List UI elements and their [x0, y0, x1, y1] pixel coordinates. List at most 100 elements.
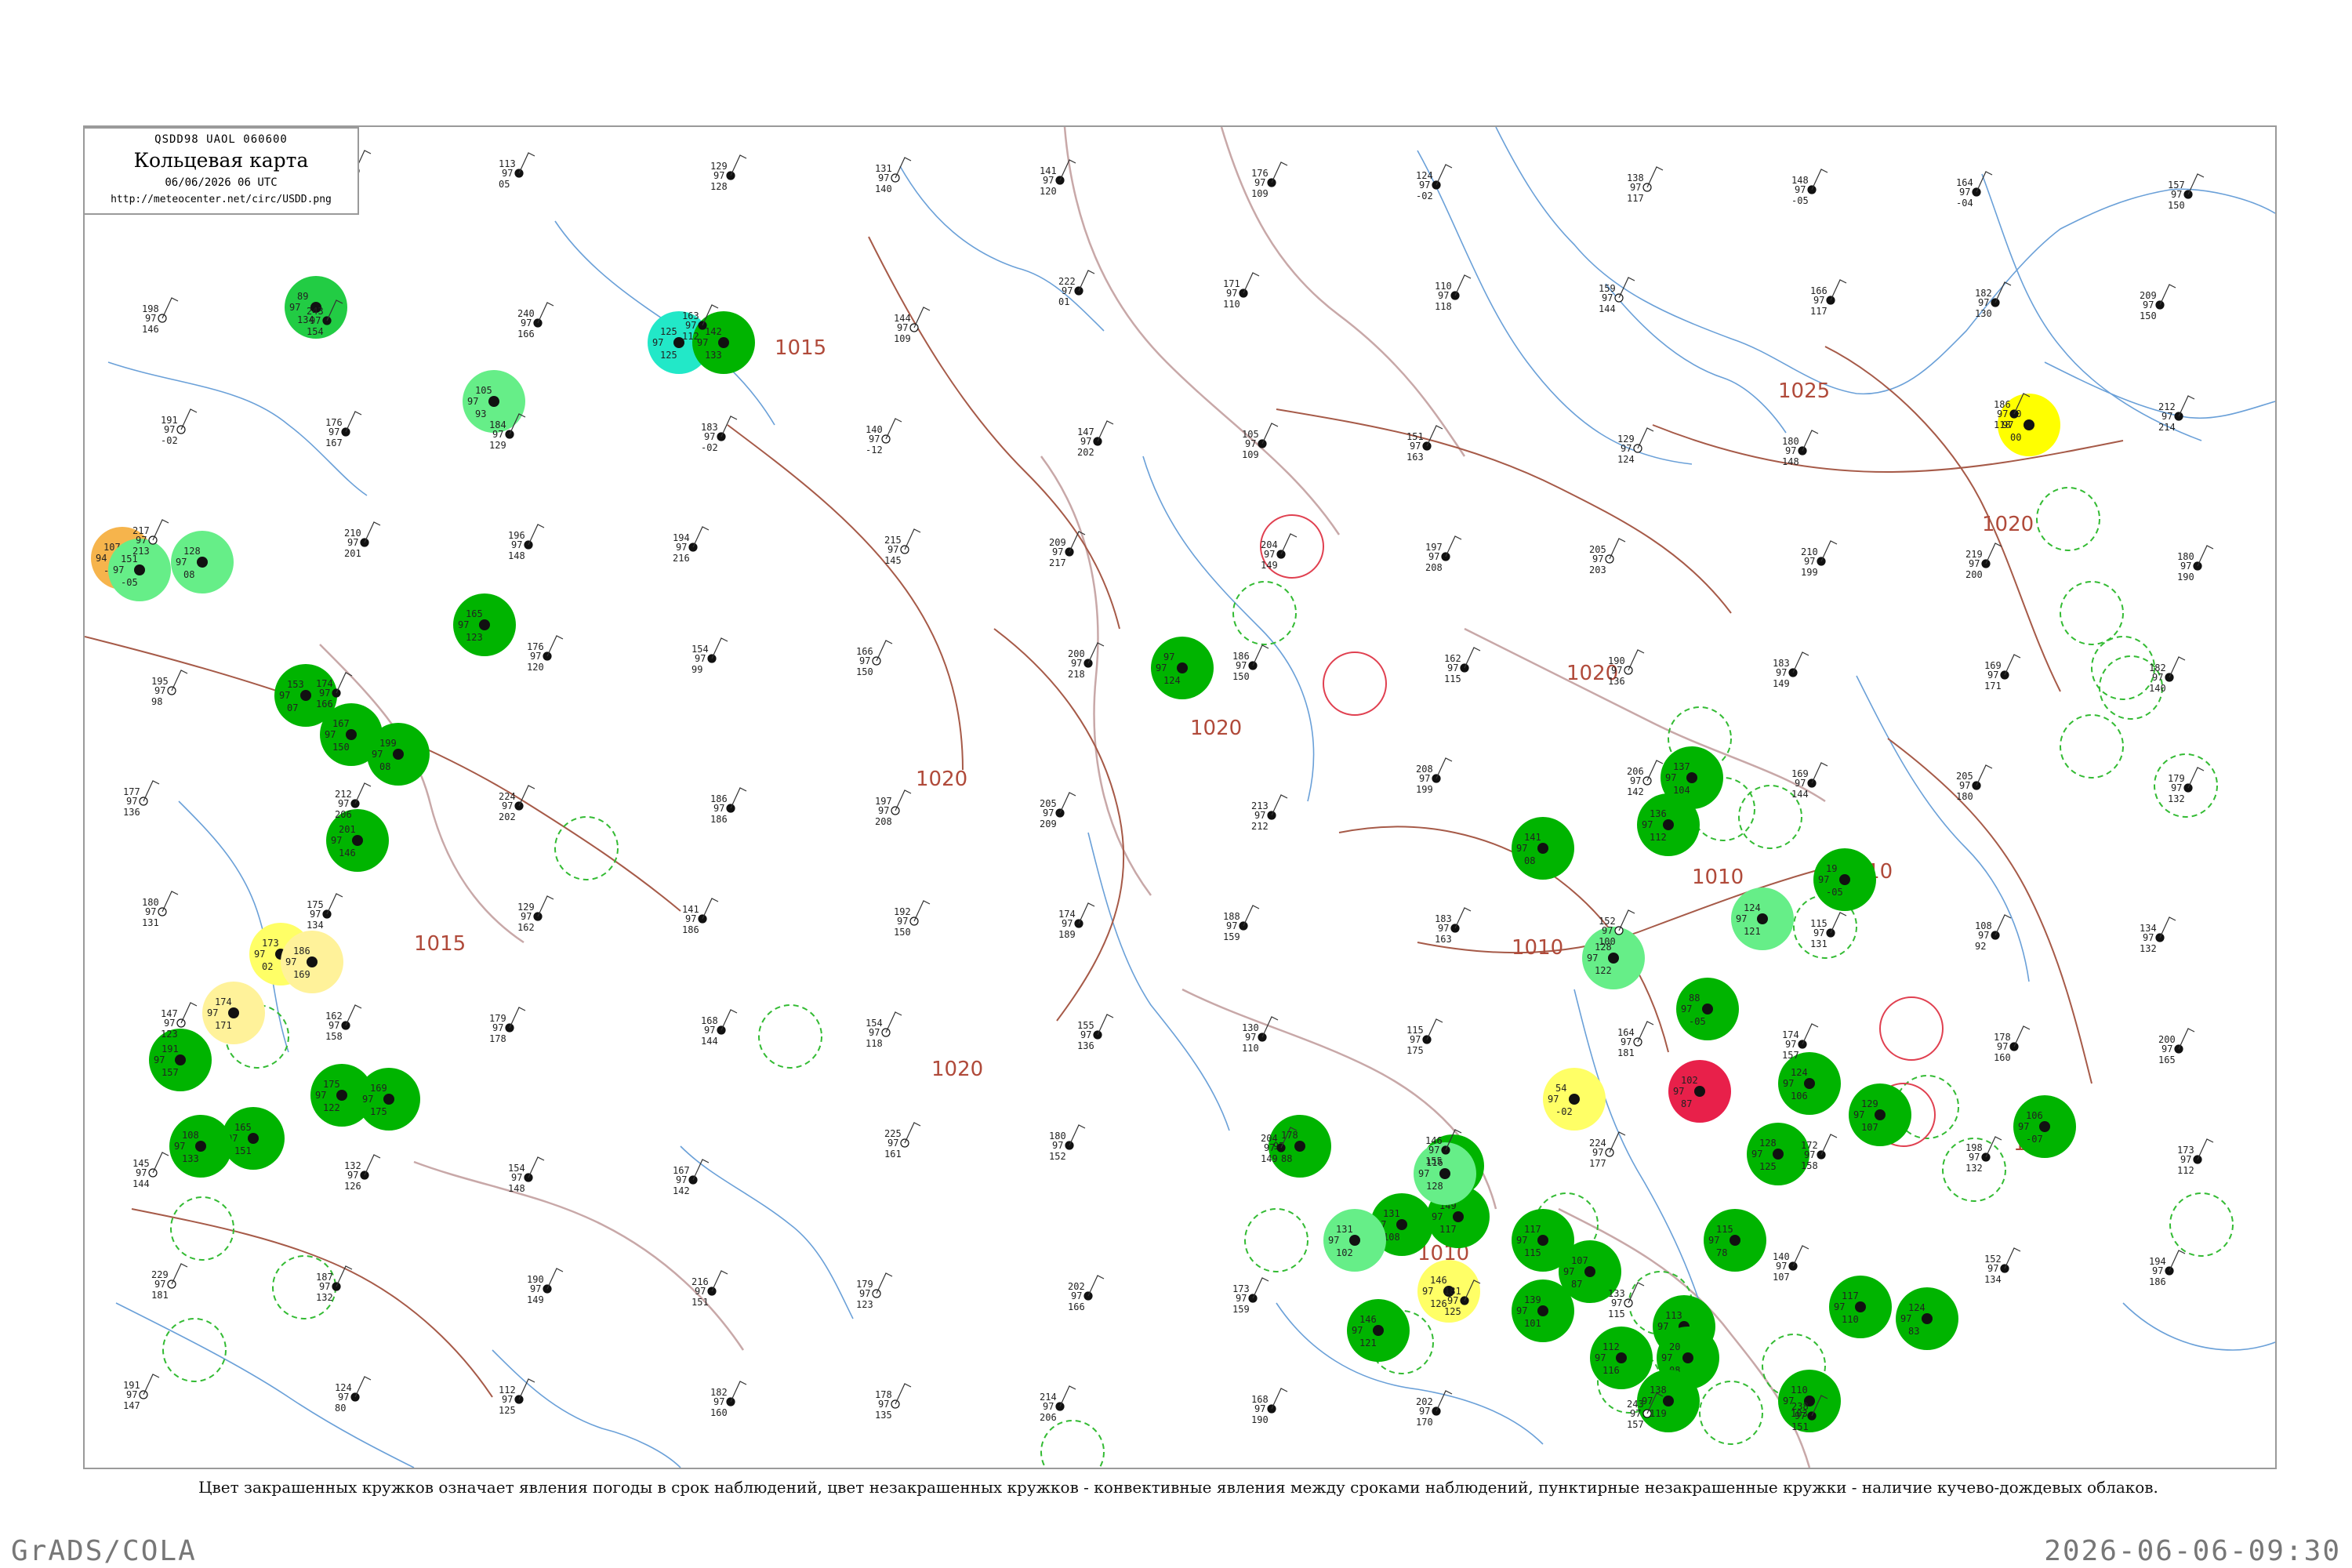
weather-station-plot[interactable]: 16297158: [325, 1004, 362, 1042]
weather-station-filled[interactable]: 13897119: [1637, 1370, 1700, 1432]
weather-station-filled[interactable]: 13197102: [1323, 1209, 1386, 1272]
weather-station-filled[interactable]: 1289708: [171, 531, 234, 593]
weather-station-filled[interactable]: 8897 -05: [1676, 978, 1739, 1040]
weather-station-filled[interactable]: 14697 121: [1347, 1299, 1410, 1362]
weather-station-filled[interactable]: 10697 -07: [2013, 1095, 2076, 1158]
weather-station-plot[interactable]: 21097201: [344, 521, 381, 559]
weather-station-plot[interactable]: 19497186: [2149, 1250, 2186, 1287]
weather-station-filled[interactable]: 18697 169: [281, 931, 343, 993]
source-url[interactable]: http://meteocenter.net/circ/USDD.png: [85, 194, 358, 205]
weather-station-plot[interactable]: 22997181: [151, 1263, 188, 1301]
weather-station-plot[interactable]: 15797150: [2168, 173, 2205, 211]
weather-station-plot[interactable]: 21997200: [1965, 543, 2002, 580]
weather-station-plot[interactable]: 1549799: [691, 637, 728, 675]
weather-station-plot[interactable]: 16697150: [856, 640, 893, 677]
weather-station-filled[interactable]: 16997175: [358, 1068, 420, 1131]
weather-station-plot[interactable]: 19497216: [673, 526, 710, 564]
weather-station-plot[interactable]: 16897144: [701, 1009, 738, 1047]
weather-station-plot[interactable]: 20597180: [1956, 764, 1993, 802]
weather-station-plot[interactable]: 1249780: [335, 1376, 372, 1414]
weather-station-plot[interactable]: 17997123: [856, 1272, 893, 1310]
weather-station-plot[interactable]: 16497-04: [1956, 171, 1993, 209]
weather-station-plot[interactable]: 10597109: [1242, 423, 1279, 460]
weather-station-plot[interactable]: 17397112: [2177, 1138, 2214, 1176]
weather-station-plot[interactable]: 13497132: [2140, 916, 2176, 954]
weather-station-plot[interactable]: 18097131: [142, 891, 179, 928]
weather-station-plot[interactable]: 12997128: [710, 154, 747, 192]
weather-station-plot[interactable]: 16997144: [1791, 762, 1828, 800]
weather-station-plot[interactable]: 20497149: [1261, 533, 1298, 571]
weather-station-plot[interactable]: 18697186: [710, 787, 747, 825]
weather-station-filled[interactable]: 12897125: [1747, 1123, 1809, 1185]
weather-station-filled[interactable]: 5497-02: [1543, 1068, 1606, 1131]
weather-station-plot[interactable]: 12997124: [1617, 427, 1654, 465]
weather-station-plot[interactable]: 21697151: [691, 1270, 728, 1308]
weather-station-plot[interactable]: 17697167: [325, 411, 362, 448]
weather-station-filled[interactable]: 11097103: [1778, 1370, 1841, 1432]
weather-station-plot[interactable]: 19297150: [894, 900, 931, 938]
weather-station-plot[interactable]: 17497189: [1058, 902, 1095, 940]
weather-station-plot[interactable]: 14897-05: [1791, 169, 1828, 206]
ring-map[interactable]: 1015101510201020102010201025102010101010…: [85, 127, 2275, 1468]
weather-station-plot[interactable]: 17997178: [489, 1007, 526, 1044]
weather-station-filled[interactable]: 14297133: [692, 311, 755, 374]
weather-station-plot[interactable]: 19897132: [1965, 1136, 2002, 1174]
weather-station-filled[interactable]: 1997 -05: [1813, 848, 1876, 911]
weather-station-plot[interactable]: 20097165: [2158, 1028, 2195, 1065]
weather-station-filled[interactable]: 1999708: [367, 723, 430, 786]
weather-station-plot[interactable]: 12997162: [517, 895, 554, 933]
weather-station-plot[interactable]: 17897160: [1994, 1025, 2031, 1063]
weather-station-plot[interactable]: 20297166: [1068, 1275, 1105, 1312]
weather-station-filled[interactable]: 17497 171: [202, 982, 265, 1044]
weather-station-plot[interactable]: 16297115: [1444, 647, 1481, 684]
weather-station-plot[interactable]: 20897199: [1416, 757, 1453, 795]
weather-station-plot[interactable]: 18297160: [710, 1381, 747, 1418]
weather-station-plot[interactable]: 16897190: [1251, 1388, 1288, 1425]
weather-station-plot[interactable]: 18097190: [2177, 545, 2214, 583]
weather-station-plot[interactable]: 17397159: [1232, 1277, 1269, 1315]
weather-station-plot[interactable]: 13297126: [344, 1154, 381, 1192]
weather-station-plot[interactable]: 24097166: [517, 302, 554, 339]
weather-station-plot[interactable]: 18697150: [1232, 644, 1269, 682]
weather-station-plot[interactable]: 17197110: [1223, 272, 1260, 310]
weather-station-plot[interactable]: 1959798: [151, 670, 188, 707]
weather-station-filled[interactable]: 12997 107: [1849, 1083, 1911, 1146]
weather-station-filled[interactable]: 1159778: [1704, 1209, 1766, 1272]
weather-station-filled[interactable]: 12497 83: [1896, 1287, 1958, 1350]
weather-station-filled[interactable]: 11797 110: [1829, 1276, 1892, 1338]
weather-station-filled[interactable]: 16597 123: [453, 593, 516, 656]
weather-station-filled[interactable]: 19197 157: [149, 1029, 212, 1091]
weather-station-plot[interactable]: 13897117: [1627, 166, 1664, 204]
weather-station-plot[interactable]: 20297170: [1416, 1390, 1453, 1428]
weather-station-filled[interactable]: 13697 112: [1637, 793, 1700, 856]
weather-station-plot[interactable]: 15497148: [508, 1156, 545, 1194]
weather-station-plot[interactable]: 16697117: [1810, 279, 1847, 317]
weather-station-plot[interactable]: 15197163: [1406, 425, 1443, 463]
weather-station-plot[interactable]: 22597161: [884, 1122, 921, 1160]
weather-station-filled[interactable]: 1029787: [1668, 1060, 1731, 1123]
weather-station-plot[interactable]: 18897159: [1223, 905, 1260, 942]
weather-station-plot[interactable]: 19897146: [142, 297, 179, 335]
weather-station-plot[interactable]: 14097107: [1773, 1245, 1809, 1283]
weather-station-plot[interactable]: 16497181: [1617, 1021, 1654, 1058]
weather-station-plot[interactable]: 18297130: [1975, 281, 2012, 319]
weather-station-plot[interactable]: 11597131: [1810, 912, 1847, 949]
weather-station-plot[interactable]: 20597203: [1589, 538, 1626, 575]
weather-station-plot[interactable]: 14197186: [682, 898, 719, 935]
weather-station-plot[interactable]: 17297158: [1801, 1134, 1838, 1171]
weather-station-plot[interactable]: 21397212: [1251, 794, 1288, 832]
weather-station-plot[interactable]: 2229701: [1058, 270, 1095, 307]
weather-station-plot[interactable]: 11097118: [1435, 274, 1472, 312]
weather-station-plot[interactable]: 17797136: [123, 780, 160, 818]
weather-station-plot[interactable]: 18397-02: [701, 416, 738, 453]
weather-station-filled[interactable]: 12497 106: [1778, 1052, 1841, 1115]
weather-station-plot[interactable]: 15497118: [866, 1011, 902, 1049]
weather-station-plot[interactable]: 18097148: [1782, 430, 1819, 467]
weather-station-plot[interactable]: 19697148: [508, 524, 545, 561]
weather-station-plot[interactable]: 12497-02: [1416, 164, 1453, 201]
weather-station-plot[interactable]: 21297214: [2158, 395, 2195, 433]
weather-station-plot[interactable]: 1089792: [1975, 914, 2012, 952]
weather-station-plot[interactable]: 19097149: [527, 1268, 564, 1305]
weather-station-plot[interactable]: 21097199: [1801, 540, 1838, 578]
weather-station-plot[interactable]: 19797208: [1425, 535, 1462, 573]
